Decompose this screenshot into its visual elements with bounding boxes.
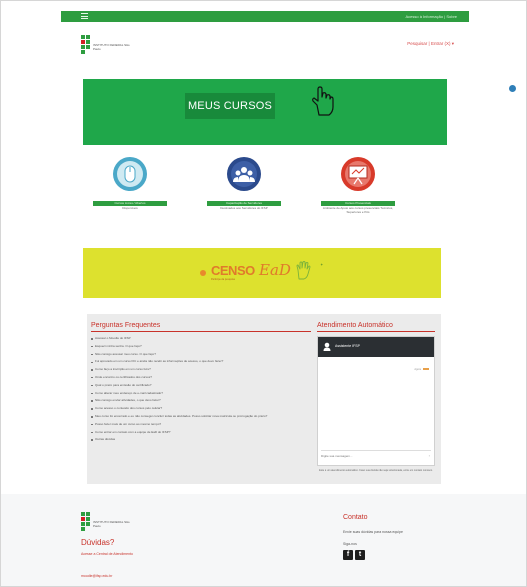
faq-list: Acessar o Moodle do IFSP Esqueci minha se…: [91, 335, 313, 444]
siga-label: Siga-nos: [343, 542, 357, 546]
meus-cursos-banner[interactable]: MEUS CURSOS: [83, 79, 447, 145]
chat-window: Assistente IFSP Agora ›: [317, 336, 435, 466]
bot-name: Assistente IFSP: [335, 344, 360, 348]
faq-divider: [91, 331, 311, 332]
hand-wave-icon: [296, 261, 311, 280]
faq-item[interactable]: Esqueci minha senha. O que faço?: [91, 343, 313, 351]
faq-item[interactable]: Meu curso foi encerrado e eu não consegu…: [91, 413, 309, 421]
meus-cursos-box: MEUS CURSOS: [185, 93, 275, 119]
chat-section: Atendimento Automático Assistente IFSP A…: [317, 322, 435, 480]
link-desc: Disponíveis: [122, 206, 138, 210]
footer-logo[interactable]: INSTITUTO FEDERAL São Paulo: [81, 512, 141, 536]
censo-dot: [200, 270, 206, 276]
chat-title: Atendimento Automático: [317, 322, 393, 329]
user-menu-link[interactable]: Pesquisar | Entrar (X) ▾: [407, 41, 454, 47]
faq-item[interactable]: Como faço a inscrição em um curso livre?: [91, 366, 313, 374]
star-icon: ✦: [320, 262, 324, 267]
faq-item[interactable]: Como acesso o conteúdo dos cursos pelo c…: [91, 405, 313, 413]
logo-text: INSTITUTO FEDERAL São Paulo: [93, 43, 130, 51]
site-logo[interactable]: INSTITUTO FEDERAL São Paulo: [81, 35, 141, 59]
mouse-icon: [113, 157, 147, 191]
faq-item[interactable]: Como alterar meu endereço de e-mail cada…: [91, 390, 313, 398]
duvidas-link[interactable]: Acesse a Central de Atendimento: [81, 552, 133, 556]
social-links: f t: [343, 550, 367, 560]
faq-section: Perguntas Frequentes Acessar o Moodle do…: [91, 322, 313, 444]
faq-item[interactable]: Acessar o Moodle do IFSP: [91, 335, 313, 343]
faq-item[interactable]: Não consigo enviar atividades, o que dev…: [91, 397, 313, 405]
faq-chat-panel: Perguntas Frequentes Acessar o Moodle do…: [87, 314, 441, 484]
censo-ead-banner[interactable]: CENSO EaD Participe da pesquisa ✦: [83, 248, 441, 298]
chat-message-input[interactable]: [321, 451, 421, 460]
contato-title: Contato: [343, 514, 368, 521]
footer-logo-text: INSTITUTO FEDERAL São Paulo: [93, 520, 130, 528]
faq-item[interactable]: Não consigo acessar meu curso. O que faç…: [91, 351, 313, 359]
footer: INSTITUTO FEDERAL São Paulo Dúvidas? Ace…: [1, 494, 526, 586]
pointing-hand-icon: [312, 86, 334, 116]
footer-email-link[interactable]: moodle@ifsp.edu.br: [81, 574, 112, 578]
chat-status-tag: [423, 368, 429, 371]
faq-item[interactable]: Qual o prazo para emissão do certificado…: [91, 382, 313, 390]
faq-item[interactable]: Como entrar em contato com a equipe de E…: [91, 429, 313, 437]
bot-icon: [323, 342, 331, 351]
faq-title: Perguntas Frequentes: [91, 322, 161, 329]
page: Acesso à Informação | Sobre INSTITUTO FE…: [0, 0, 527, 587]
facebook-icon[interactable]: f: [343, 550, 353, 560]
link-cursos-presenciais[interactable]: Cursos Presenciais Ambiente de Apoio aos…: [321, 156, 395, 222]
censo-subtitle: Participe da pesquisa: [211, 278, 235, 281]
send-icon[interactable]: ›: [429, 453, 430, 458]
chat-note: Este é um atendimento automático. Caso s…: [319, 469, 433, 472]
chat-input-area: ›: [321, 450, 431, 460]
twitter-icon[interactable]: t: [355, 550, 365, 560]
link-capacitacao-servidores[interactable]: Capacitação de Servidores Destinados aos…: [207, 156, 281, 222]
top-bar: Acesso à Informação | Sobre: [61, 11, 469, 22]
link-cursos-livres[interactable]: Cursos Livres / Abertos Disponíveis: [93, 156, 167, 222]
ead-word: EaD: [259, 261, 291, 279]
contato-text: Envie suas dúvidas para nossa equipe: [343, 530, 403, 534]
menu-icon[interactable]: [81, 13, 88, 20]
chat-time-text: Agora: [414, 368, 421, 371]
top-bar-link[interactable]: Acesso à Informação | Sobre: [405, 14, 457, 19]
presentation-icon: [341, 157, 375, 191]
faq-item[interactable]: Outras dúvidas: [91, 436, 313, 444]
side-indicator-dot[interactable]: [509, 85, 516, 92]
link-desc: Destinados aos Servidores do IFSP: [220, 206, 268, 210]
group-icon: [227, 157, 261, 191]
chat-timestamp: Agora: [414, 368, 429, 371]
link-desc: Ambiente de Apoio aos cursos presenciais…: [322, 206, 394, 214]
duvidas-title: Dúvidas?: [81, 538, 115, 547]
chat-header: Assistente IFSP: [318, 337, 434, 357]
faq-item[interactable]: Onde encontro os certificados dos cursos…: [91, 374, 313, 382]
censo-word: CENSO: [211, 263, 255, 278]
chat-divider: [317, 331, 435, 332]
faq-item[interactable]: Fui aprovado em um curso FIC e ainda não…: [91, 358, 309, 366]
faq-item[interactable]: Posso fazer mais de um curso ao mesmo te…: [91, 421, 313, 429]
meus-cursos-label: MEUS CURSOS: [187, 100, 273, 112]
